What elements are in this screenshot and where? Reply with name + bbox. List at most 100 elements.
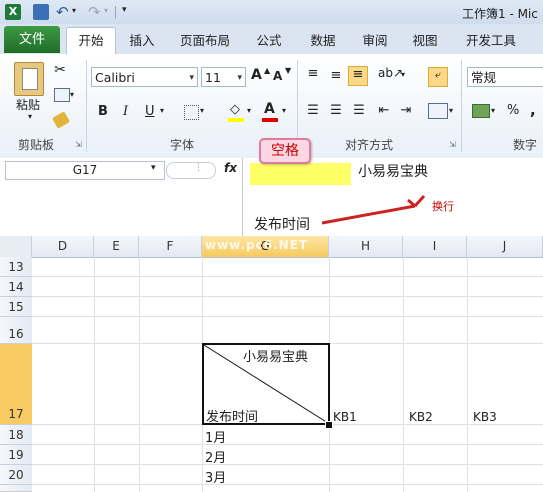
row-header-18[interactable]: 18 (0, 425, 32, 445)
tab-developer[interactable]: 开发工具 (458, 30, 524, 52)
fill-handle[interactable] (325, 421, 333, 429)
row-header-14[interactable]: 14 (0, 277, 32, 297)
bold-button[interactable]: B (98, 104, 108, 119)
column-header-e[interactable]: E (94, 236, 139, 257)
column-header-i[interactable]: I (403, 236, 467, 257)
font-size-select[interactable]: 11 ▾ (201, 67, 246, 87)
tab-home[interactable]: 开始 (66, 27, 116, 55)
formula-text-line2: 发布时间 (254, 217, 310, 233)
font-color-dropdown-icon[interactable]: ▾ (282, 106, 286, 115)
number-format-select[interactable]: 常规 (467, 67, 543, 87)
customize-qat-icon[interactable]: ▾ (122, 5, 127, 15)
grow-font-button[interactable]: A (251, 67, 262, 83)
cell-g17-bottom-text: 发布时间 (206, 410, 259, 425)
font-group-label: 字体 (170, 138, 195, 152)
gridline (467, 257, 468, 492)
save-icon[interactable] (33, 4, 49, 20)
column-header-j[interactable]: J (467, 236, 543, 257)
borders-icon[interactable] (184, 105, 199, 120)
row-header-21[interactable] (0, 485, 32, 492)
insert-function-button[interactable]: fx (224, 161, 237, 175)
select-all-corner[interactable] (0, 236, 32, 257)
cell-g19[interactable]: 2月 (205, 447, 226, 466)
merge-dropdown-icon[interactable]: ▾ (449, 106, 453, 115)
underline-dropdown-icon[interactable]: ▾ (160, 106, 164, 115)
tab-data[interactable]: 数据 (302, 30, 344, 52)
row-header-20[interactable]: 20 (0, 465, 32, 485)
font-name-select[interactable]: Calibri ▾ (91, 67, 198, 87)
cell-h17[interactable]: KB1 (333, 410, 357, 424)
fill-color-swatch (228, 118, 244, 122)
tab-file[interactable]: 文件 (4, 26, 60, 53)
wrap-text-icon[interactable]: ⤶ (428, 67, 448, 87)
undo-dropdown-icon[interactable]: ▾ (72, 6, 76, 15)
cell-g18[interactable]: 1月 (205, 427, 226, 446)
redo-icon[interactable]: ↷ (88, 3, 101, 21)
tab-insert[interactable]: 插入 (122, 30, 162, 52)
formula-bar-resize-handle[interactable] (166, 162, 216, 179)
undo-icon[interactable]: ↶ (56, 3, 69, 21)
accounting-dropdown-icon[interactable]: ▾ (491, 106, 495, 115)
fill-color-icon[interactable]: ◇ (230, 102, 240, 117)
comma-button[interactable]: , (530, 101, 536, 119)
tab-review[interactable]: 审阅 (354, 30, 396, 52)
space-callout: 空格 (259, 138, 311, 164)
row-header-19[interactable]: 19 (0, 445, 32, 465)
orientation-icon[interactable]: ab↗ (378, 66, 403, 80)
tab-view[interactable]: 视图 (404, 30, 446, 52)
tab-page-layout[interactable]: 页面布局 (172, 30, 238, 52)
shrink-font-button[interactable]: A (273, 69, 282, 83)
row-header-15[interactable]: 15 (0, 297, 32, 317)
align-right-icon[interactable]: ☰ (350, 103, 368, 118)
formula-text-line1: 小易易宝典 (358, 164, 428, 180)
gridline (32, 296, 543, 297)
cut-icon[interactable]: ✂ (52, 62, 68, 78)
merge-center-icon[interactable] (428, 103, 448, 119)
paste-label[interactable]: 粘贴 (16, 96, 40, 113)
gridline (403, 257, 404, 492)
window-title: 工作簿1 - Mic (462, 7, 538, 21)
newline-annotation: 换行 (432, 200, 454, 213)
paste-dropdown-icon[interactable]: ▾ (28, 112, 32, 121)
align-middle-icon[interactable]: ≡ (327, 68, 345, 83)
percent-button[interactable]: % (507, 103, 519, 118)
row-header-13[interactable]: 13 (0, 257, 32, 277)
copy-icon[interactable] (54, 88, 70, 102)
row-header-17[interactable]: 17 (0, 344, 32, 425)
redo-dropdown-icon[interactable]: ▾ (104, 6, 108, 15)
name-box[interactable]: G17 (5, 161, 165, 180)
align-center-icon[interactable]: ☰ (327, 103, 345, 118)
align-left-icon[interactable]: ☰ (304, 103, 322, 118)
group-separator (461, 60, 462, 152)
column-header-d[interactable]: D (32, 236, 94, 257)
alignment-group-label: 对齐方式 (345, 138, 394, 152)
alignment-launcher-icon[interactable]: ⇲ (449, 140, 456, 149)
column-header-f[interactable]: F (139, 236, 202, 257)
align-top-icon[interactable]: ≡ (304, 66, 322, 81)
row-header-16[interactable]: 16 (0, 317, 32, 344)
orientation-dropdown-icon[interactable]: ▾ (401, 70, 405, 79)
column-header-h[interactable]: H (329, 236, 403, 257)
cell-g20[interactable]: 3月 (205, 467, 226, 486)
tab-formulas[interactable]: 公式 (248, 30, 290, 52)
cell-j17[interactable]: KB3 (473, 410, 497, 424)
decrease-indent-icon[interactable]: ⇤ (375, 103, 393, 118)
newline-arrow-icon (321, 194, 426, 225)
gridline (139, 257, 140, 492)
fill-color-dropdown-icon[interactable]: ▾ (247, 106, 251, 115)
cell-i17[interactable]: KB2 (409, 410, 433, 424)
italic-button[interactable]: I (123, 104, 128, 119)
underline-button[interactable]: U (145, 104, 155, 119)
copy-dropdown-icon[interactable]: ▾ (70, 90, 74, 99)
name-box-dropdown-icon[interactable]: ▾ (151, 163, 156, 173)
cell-g17-top-text: 小易易宝典 (243, 350, 309, 365)
align-bottom-icon[interactable]: ≡ (348, 66, 368, 86)
font-color-icon[interactable]: A (264, 101, 275, 117)
borders-dropdown-icon[interactable]: ▾ (200, 106, 204, 115)
paste-sheet-icon (22, 68, 38, 90)
increase-indent-icon[interactable]: ⇥ (397, 103, 415, 118)
clipboard-launcher-icon[interactable]: ⇲ (75, 140, 82, 149)
space-highlight (250, 163, 351, 185)
accounting-format-icon[interactable] (472, 104, 490, 118)
font-color-swatch (262, 118, 278, 122)
